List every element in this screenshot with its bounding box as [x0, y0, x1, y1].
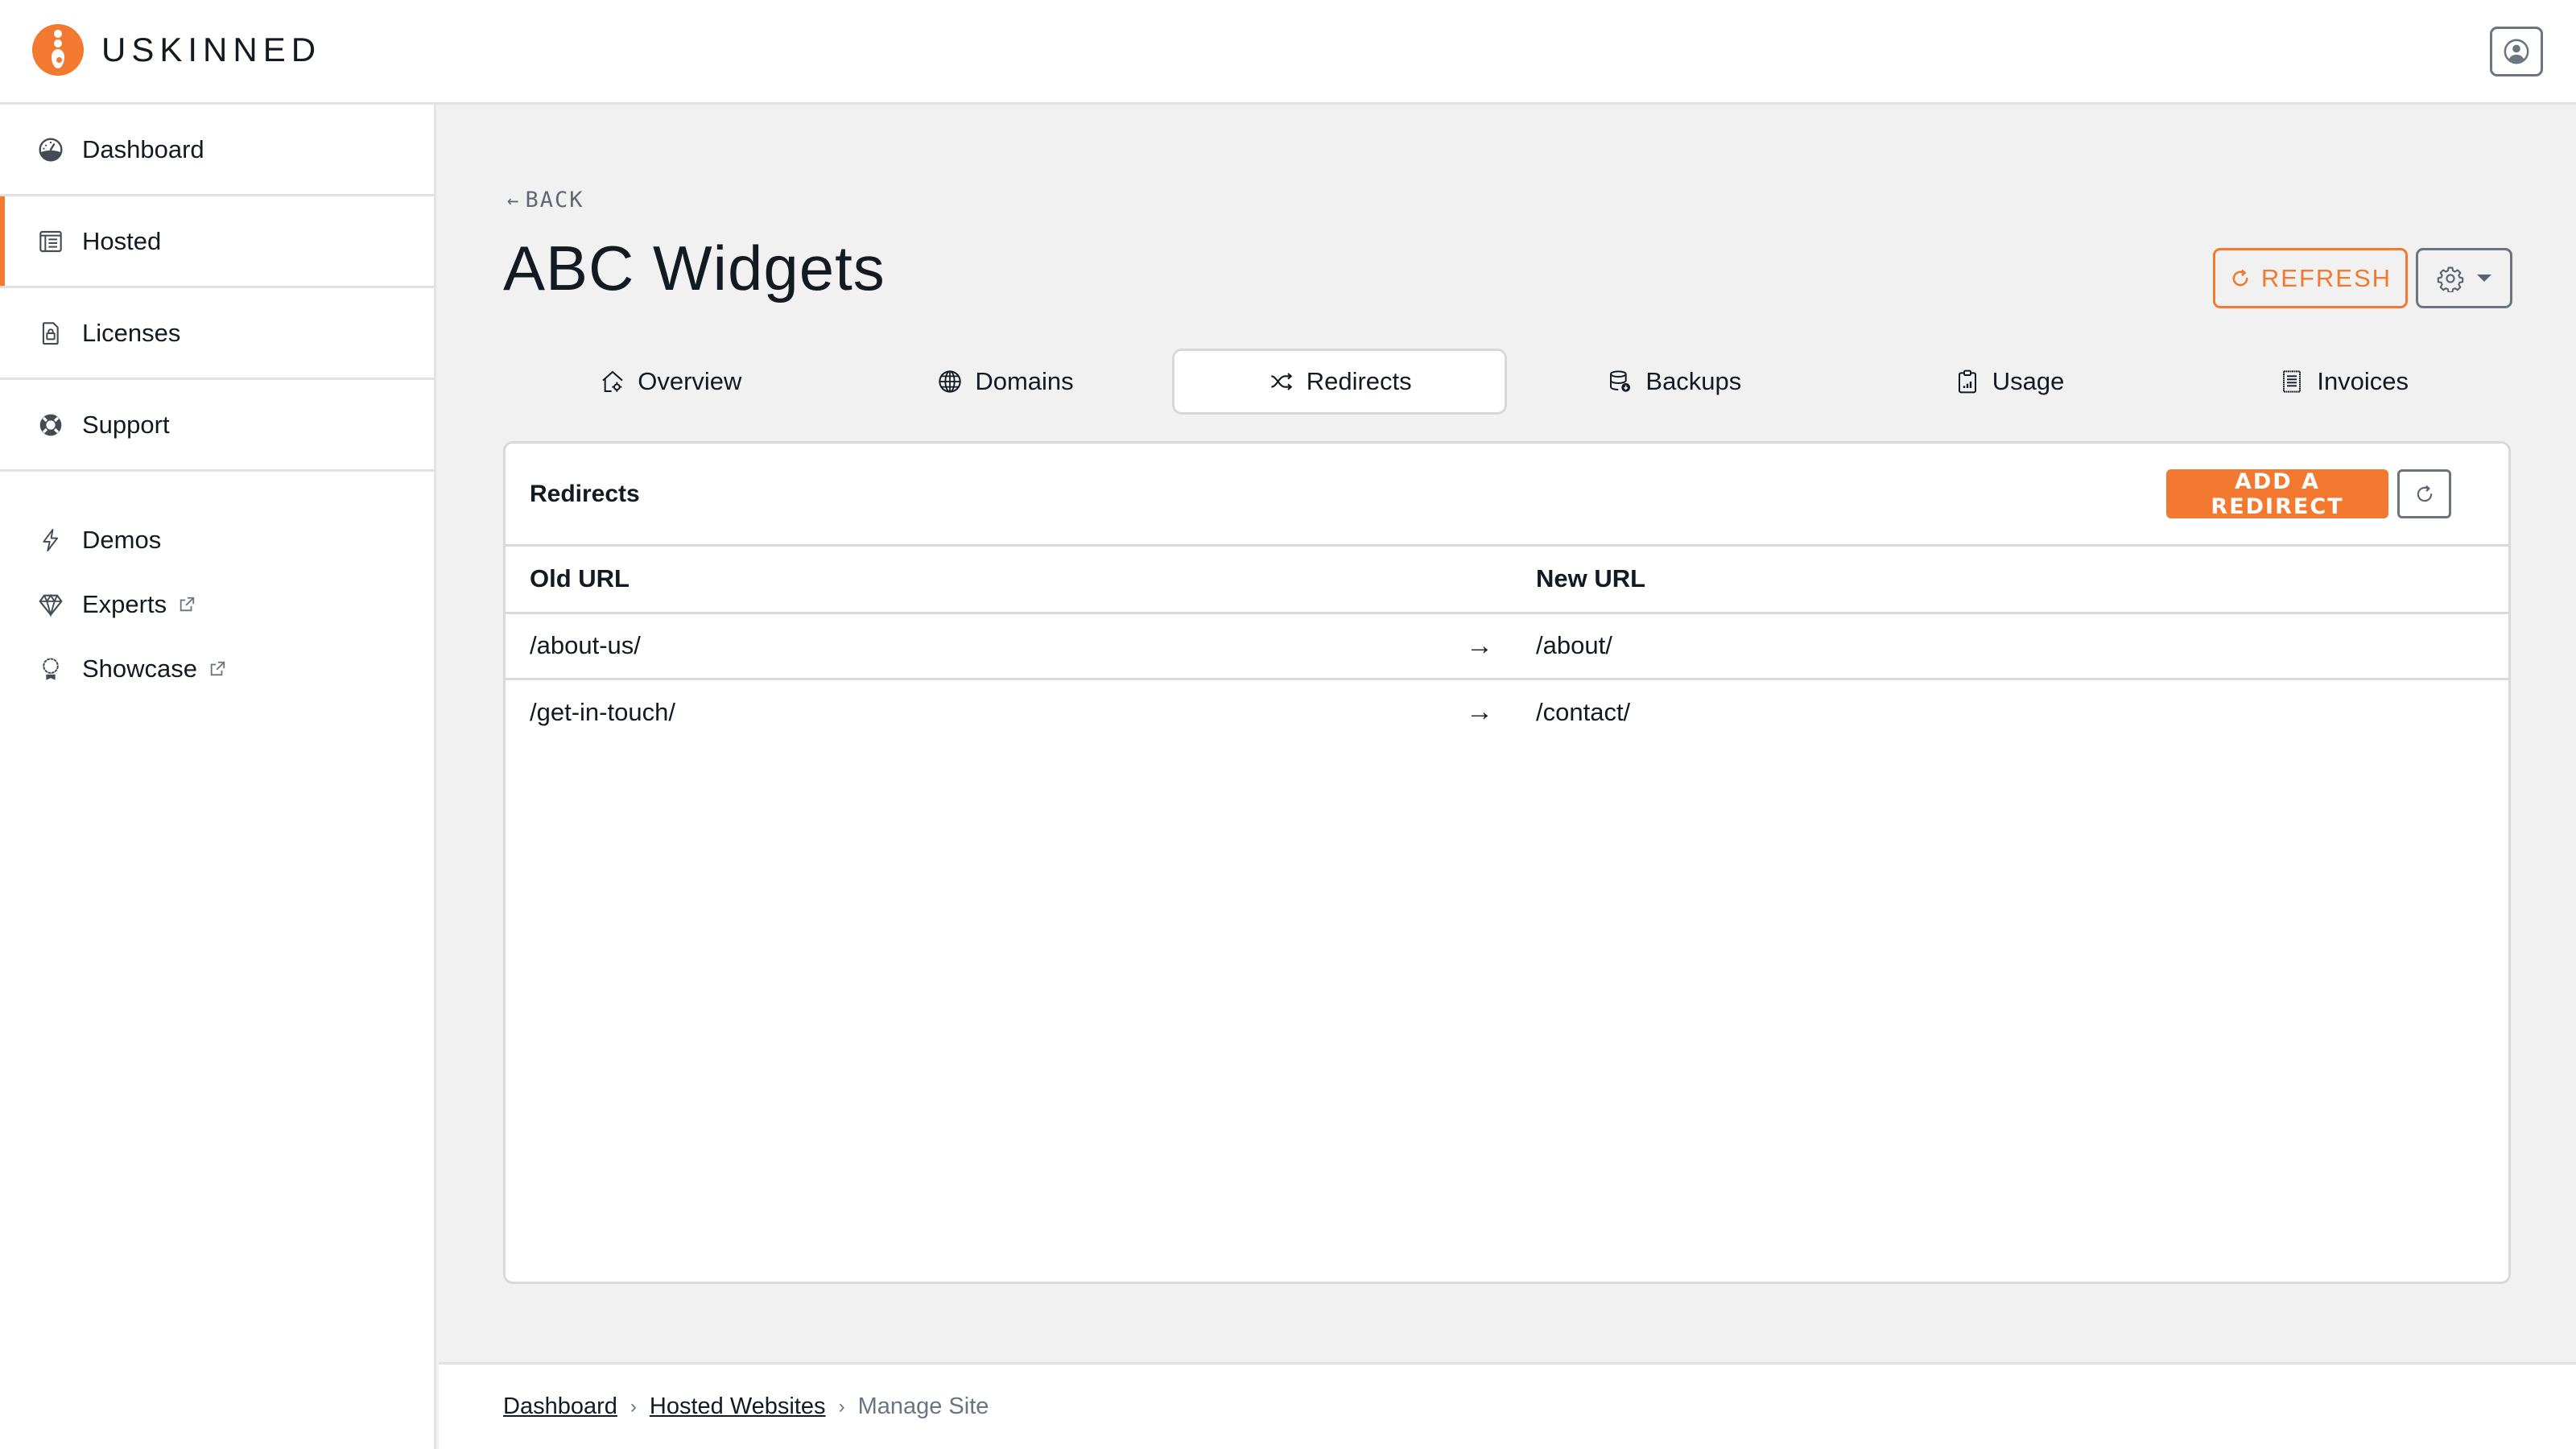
tab-label: Domains — [975, 367, 1074, 395]
tab-backups[interactable]: Backups — [1507, 349, 1842, 415]
back-label: BACK — [525, 188, 584, 213]
external-link-icon — [178, 596, 196, 613]
sidebar-item-showcase[interactable]: Showcase — [0, 637, 434, 701]
breadcrumb-current: Manage Site — [857, 1393, 989, 1419]
table-header-row: Old URL New URL — [506, 547, 2508, 614]
sidebar-item-label: Licenses — [82, 318, 181, 347]
arrow-left-icon: ← — [507, 188, 521, 212]
refresh-label: REFRESH — [2260, 263, 2392, 292]
sidebar-item-label: Experts — [82, 590, 167, 618]
sidebar-item-label: Hosted — [82, 226, 162, 255]
redirects-card-header: Redirects ADD A REDIRECT — [506, 444, 2508, 547]
globe-icon — [936, 368, 964, 395]
sidebar-item-hosted[interactable]: Hosted — [0, 196, 434, 288]
arrow-right-icon: → — [1466, 696, 1493, 728]
sidebar-secondary-nav: Demos Experts Showcase — [0, 472, 434, 701]
new-url-cell: /about/ — [1512, 613, 2508, 680]
reload-redirects-button[interactable] — [2397, 469, 2451, 518]
top-header: USKINNED — [0, 0, 2576, 105]
tab-usage[interactable]: Usage — [1842, 349, 2177, 415]
table-row[interactable]: /get-in-touch/ → /contact/ — [506, 679, 2508, 745]
hosted-list-icon — [37, 228, 64, 255]
redirects-card: Redirects ADD A REDIRECT Old URL New URL… — [503, 441, 2511, 1284]
main-content: ← BACK ABC Widgets REFRESH Overview Doma… — [439, 105, 2576, 1362]
footer: Dashboard › Hosted Websites › Manage Sit… — [439, 1362, 2576, 1449]
account-button[interactable] — [2490, 27, 2543, 76]
sidebar-item-support[interactable]: Support — [0, 380, 434, 472]
tab-domains[interactable]: Domains — [838, 349, 1173, 415]
redirects-card-title: Redirects — [530, 480, 640, 507]
clipboard-chart-icon — [1954, 368, 1981, 395]
refresh-button[interactable]: REFRESH — [2213, 248, 2408, 308]
gauge-icon — [37, 136, 64, 163]
tab-label: Overview — [638, 367, 742, 395]
chevron-down-icon — [2477, 275, 2491, 282]
tab-invoices[interactable]: Invoices — [2176, 349, 2511, 415]
breadcrumb-dashboard[interactable]: Dashboard — [503, 1393, 617, 1420]
home-gear-icon — [599, 368, 626, 395]
brand-logo[interactable]: USKINNED — [32, 24, 321, 76]
arrow-right-icon: → — [1447, 613, 1512, 680]
refresh-icon — [2232, 269, 2248, 286]
breadcrumb: Dashboard › Hosted Websites › Manage Sit… — [503, 1393, 989, 1420]
add-redirect-button[interactable]: ADD A REDIRECT — [2166, 469, 2388, 519]
award-icon — [37, 655, 64, 683]
column-header-old-url: Old URL — [506, 547, 1447, 614]
breadcrumb-hosted-websites[interactable]: Hosted Websites — [650, 1393, 826, 1420]
tab-label: Redirects — [1306, 367, 1412, 395]
receipt-icon — [2278, 368, 2306, 395]
site-tabs: Overview Domains Redirects Backups Usage — [503, 349, 2511, 415]
sidebar-item-experts[interactable]: Experts — [0, 572, 434, 637]
sidebar-item-label: Demos — [82, 526, 162, 554]
chevron-right-icon: › — [630, 1395, 637, 1418]
tab-overview[interactable]: Overview — [503, 349, 838, 415]
tab-label: Backups — [1645, 367, 1742, 395]
sidebar-primary-nav: Dashboard Hosted Licenses Support — [0, 105, 434, 472]
back-link[interactable]: ← BACK — [507, 188, 584, 213]
license-lock-icon — [37, 320, 64, 347]
lifebuoy-icon — [37, 411, 64, 439]
database-icon — [1607, 368, 1634, 395]
chevron-right-icon: › — [838, 1395, 845, 1418]
page-title: ABC Widgets — [503, 233, 886, 303]
gear-icon — [2437, 266, 2464, 292]
lightning-icon — [37, 526, 64, 554]
old-url-cell: /about-us/ — [506, 613, 1447, 680]
settings-dropdown-button[interactable] — [2416, 248, 2512, 308]
diamond-icon — [37, 591, 64, 618]
sidebar-item-label: Showcase — [82, 654, 198, 683]
table-row[interactable]: /about-us/ → /about/ — [506, 613, 2508, 680]
sidebar-item-label: Support — [82, 410, 170, 439]
column-header-new-url: New URL — [1512, 547, 2508, 614]
external-link-icon — [208, 660, 226, 678]
redirects-table: Old URL New URL /about-us/ → /about/ /ge… — [506, 547, 2508, 745]
shuffle-icon — [1268, 368, 1295, 395]
logo-mark-icon — [32, 24, 84, 76]
column-header-arrow — [1447, 547, 1512, 614]
sidebar-item-label: Dashboard — [82, 134, 204, 163]
sidebar-item-dashboard[interactable]: Dashboard — [0, 105, 434, 196]
user-circle-icon — [2504, 39, 2529, 64]
tab-label: Usage — [1992, 367, 2065, 395]
tab-redirects[interactable]: Redirects — [1172, 349, 1508, 415]
new-url-cell: /contact/ — [1536, 697, 1631, 726]
sidebar-item-demos[interactable]: Demos — [0, 508, 434, 572]
refresh-icon — [2417, 485, 2432, 502]
sidebar-item-licenses[interactable]: Licenses — [0, 288, 434, 380]
brand-name: USKINNED — [101, 31, 322, 68]
old-url-cell: /get-in-touch/ — [530, 697, 675, 726]
tab-label: Invoices — [2317, 367, 2409, 395]
sidebar: Dashboard Hosted Licenses Support Demos … — [0, 105, 436, 1449]
